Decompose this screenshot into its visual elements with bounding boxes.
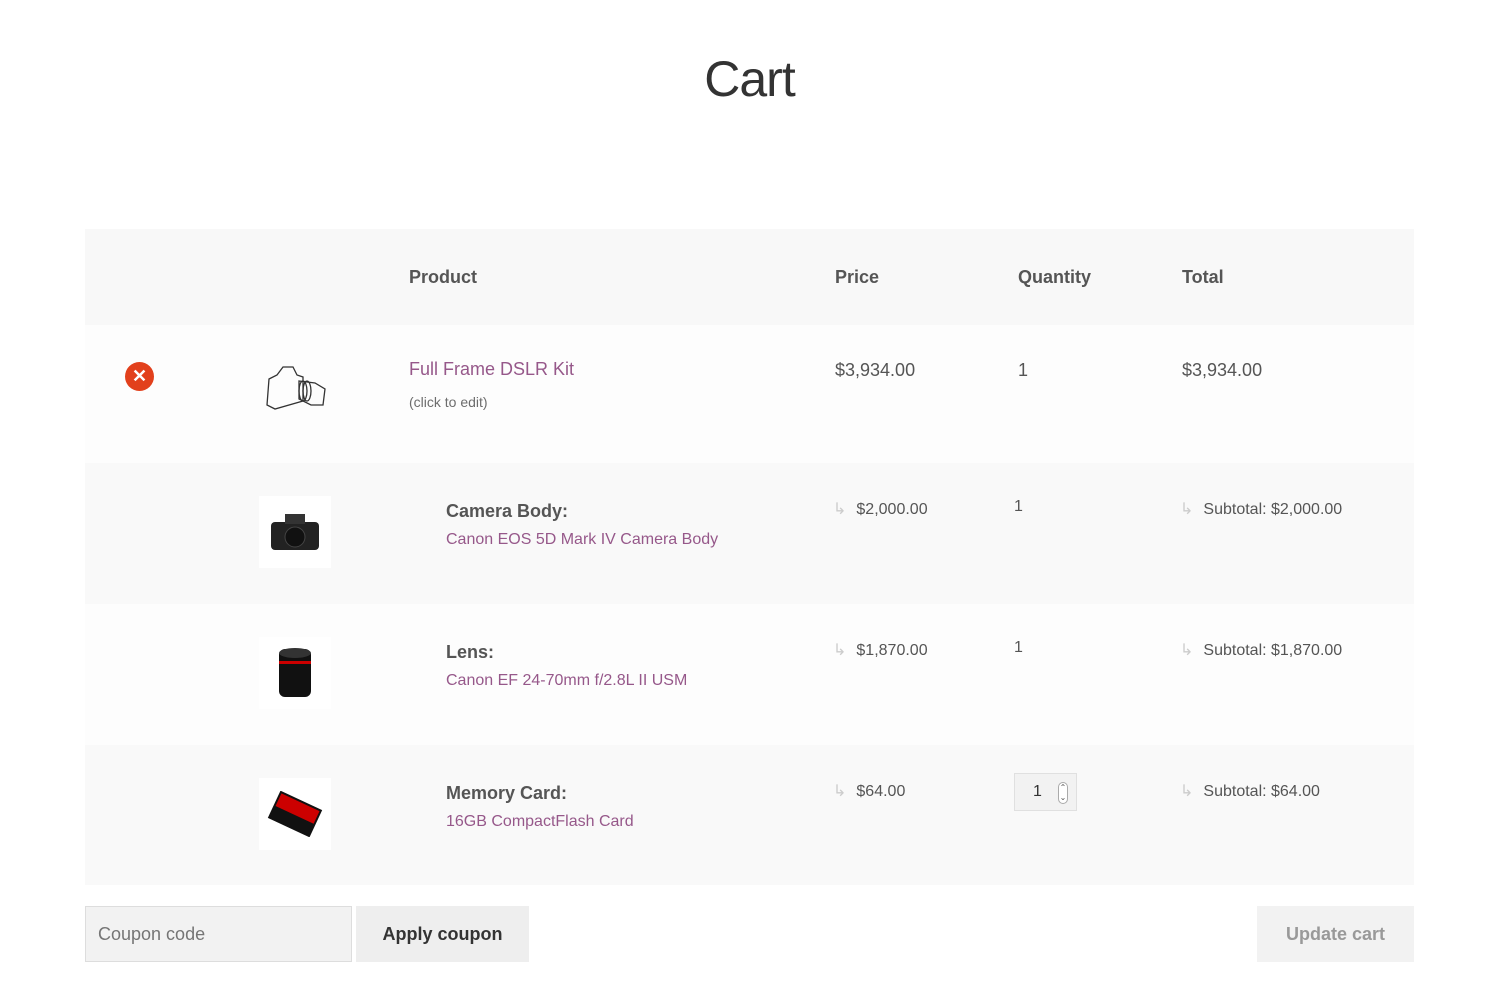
table-header: Product Price Quantity Total xyxy=(85,229,1414,325)
component-subtotal: Subtotal: $2,000.00 xyxy=(1203,501,1343,518)
component-link[interactable]: 16GB CompactFlash Card xyxy=(446,813,634,831)
component-label: Memory Card: xyxy=(446,783,568,803)
component-price: $64.00 xyxy=(856,783,906,800)
header-total: Total xyxy=(1182,267,1224,287)
quantity-stepper[interactable]: 1 ⌃ ⌄ xyxy=(1014,773,1077,811)
apply-coupon-button[interactable]: Apply coupon xyxy=(356,906,529,962)
table-row: Lens: Canon EF 24-70mm f/2.8L II USM ↳ $1… xyxy=(85,604,1414,745)
lens-thumbnail[interactable] xyxy=(259,637,331,709)
kit-total: $3,934.00 xyxy=(1182,360,1263,380)
component-label: Camera Body: xyxy=(446,501,569,521)
kit-product-link[interactable]: Full Frame DSLR Kit xyxy=(409,359,574,380)
update-cart-button[interactable]: Update cart xyxy=(1257,906,1414,962)
component-price: $2,000.00 xyxy=(856,501,928,518)
quantity-value: 1 xyxy=(1033,783,1042,800)
component-quantity: 1 xyxy=(1014,639,1023,656)
indent-arrow-icon: ↳ xyxy=(1180,501,1194,518)
memory-card-thumbnail[interactable] xyxy=(259,778,331,850)
header-price: Price xyxy=(835,267,880,287)
indent-arrow-icon: ↳ xyxy=(833,501,847,518)
cart-table: Product Price Quantity Total ✕ Full Fram… xyxy=(85,229,1414,885)
component-label: Lens: xyxy=(446,642,495,662)
table-row: Camera Body: Canon EOS 5D Mark IV Camera… xyxy=(85,463,1414,604)
table-row: ✕ Full Frame DSLR Kit (click to edit) $3… xyxy=(85,325,1414,463)
header-product: Product xyxy=(409,267,478,287)
table-row: Memory Card: 16GB CompactFlash Card ↳ $64… xyxy=(85,745,1414,885)
kit-camera-outline-icon[interactable] xyxy=(263,363,329,420)
component-subtotal: Subtotal: $64.00 xyxy=(1203,783,1320,800)
page-title: Cart xyxy=(704,51,795,107)
kit-price: $3,934.00 xyxy=(835,360,916,380)
remove-item-icon[interactable]: ✕ xyxy=(125,362,154,391)
indent-arrow-icon: ↳ xyxy=(1180,783,1194,800)
component-subtotal: Subtotal: $1,870.00 xyxy=(1203,642,1343,659)
kit-quantity: 1 xyxy=(1018,360,1029,380)
camera-body-thumbnail[interactable] xyxy=(259,496,331,568)
component-link[interactable]: Canon EOS 5D Mark IV Camera Body xyxy=(446,531,718,549)
click-to-edit-link[interactable]: (click to edit) xyxy=(409,394,488,410)
component-quantity: 1 xyxy=(1014,498,1023,515)
stepper-arrows-icon[interactable]: ⌃ ⌄ xyxy=(1058,782,1068,804)
indent-arrow-icon: ↳ xyxy=(833,783,847,800)
indent-arrow-icon: ↳ xyxy=(1180,642,1194,659)
indent-arrow-icon: ↳ xyxy=(833,642,847,659)
component-price: $1,870.00 xyxy=(856,642,928,659)
coupon-code-input[interactable] xyxy=(85,906,352,962)
header-quantity: Quantity xyxy=(1018,267,1092,287)
component-link[interactable]: Canon EF 24-70mm f/2.8L II USM xyxy=(446,672,687,690)
